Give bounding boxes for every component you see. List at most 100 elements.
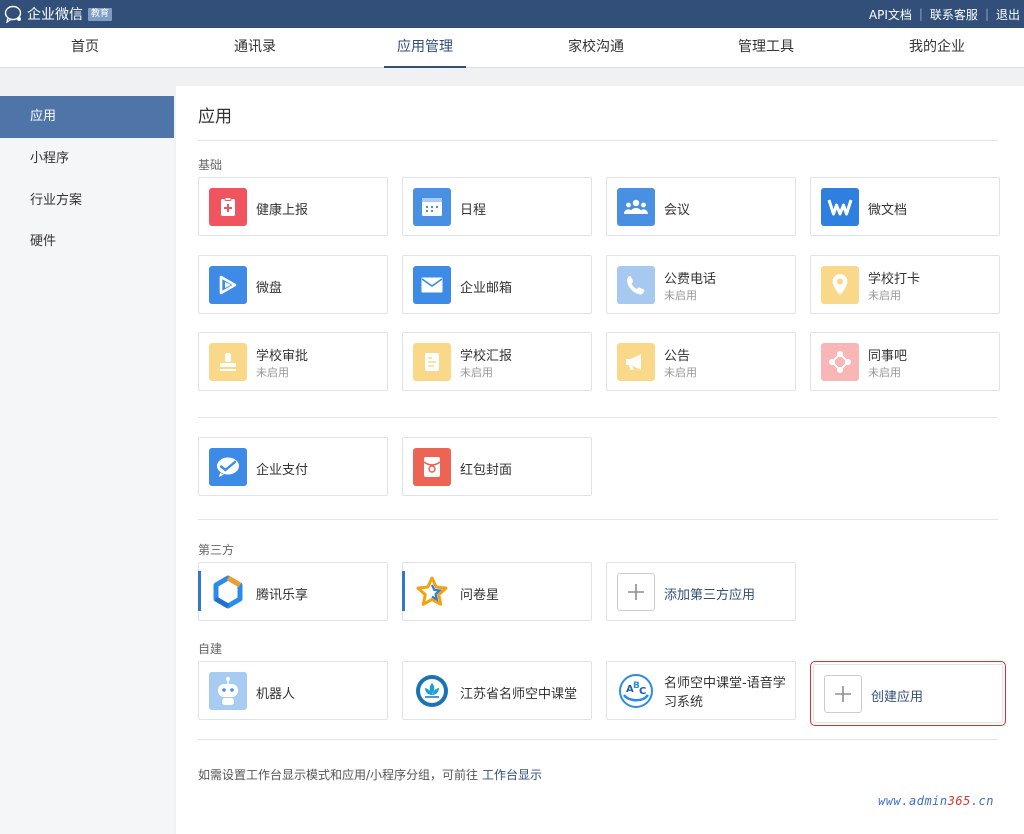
app-name: 企业邮箱 [460, 281, 513, 296]
tab-my-company[interactable]: 我的企业 [896, 28, 978, 67]
star-icon [413, 573, 451, 611]
brand[interactable]: 企业微信 教育 [4, 3, 113, 25]
plus-icon [617, 573, 655, 611]
app-card-voice-learning[interactable]: ABC 名师空中课堂-语音学习系统 [606, 661, 796, 720]
app-card-robot[interactable]: 机器人 [198, 661, 388, 720]
app-card-phone[interactable]: 公费电话 未启用 [606, 255, 796, 314]
app-card-announcement[interactable]: 公告 未启用 [606, 332, 796, 391]
divider [198, 739, 998, 740]
divider [198, 519, 998, 520]
tab-app-management[interactable]: 应用管理 [384, 28, 466, 68]
sidebar-item-hardware[interactable]: 硬件 [0, 221, 174, 263]
footnote-text: 如需设置工作台显示模式和应用/小程序分组，可前往 [198, 768, 479, 782]
tab-contacts[interactable]: 通讯录 [214, 28, 296, 67]
app-name: 添加第三方应用 [664, 588, 756, 603]
workbench-footnote: 如需设置工作台显示模式和应用/小程序分组，可前往 工作台显示 [198, 766, 542, 783]
svg-text:C: C [639, 686, 646, 697]
app-card-document[interactable]: 微文档 [810, 177, 1000, 236]
meeting-icon [617, 188, 655, 226]
payment-icon [209, 448, 247, 486]
app-status: 未启用 [460, 366, 493, 379]
app-card-meeting[interactable]: 会议 [606, 177, 796, 236]
section-custom-label: 自建 [198, 642, 223, 656]
app-status: 未启用 [256, 366, 289, 379]
watermark-suffix: .cn [970, 794, 994, 808]
app-name: 健康上报 [256, 203, 309, 218]
checkin-icon [821, 266, 859, 304]
app-name: 问卷星 [460, 588, 500, 603]
school-logo-icon [413, 672, 451, 710]
app-name: 公费电话 [664, 272, 717, 287]
top-bar: 企业微信 教育 API文档 | 联系客服 | 退出 [0, 0, 1024, 28]
logout-link[interactable]: 退出 [996, 6, 1020, 23]
add-third-party-app-button[interactable]: 添加第三方应用 [606, 562, 796, 621]
app-name: 学校审批 [256, 349, 309, 364]
app-name: 江苏省名师空中课堂 [460, 687, 578, 702]
watermark-number: 365 [947, 794, 971, 808]
plus-icon [824, 675, 862, 713]
app-card-tencent-lexiang[interactable]: 腾讯乐享 [198, 562, 388, 621]
main-panel: 应用 基础 健康上报 日程 会议 微文档 微盘 企业邮箱 公费电话 未启用 学校… [176, 86, 1024, 834]
tab-home-school[interactable]: 家校沟通 [555, 28, 637, 67]
abc-learning-icon: ABC [617, 672, 655, 710]
app-name: 红包封面 [460, 463, 513, 478]
app-status: 未启用 [664, 366, 697, 379]
divider: | [984, 7, 989, 21]
api-docs-link[interactable]: API文档 [869, 6, 912, 23]
red-packet-icon [413, 448, 451, 486]
app-name: 腾讯乐享 [256, 588, 309, 603]
calendar-icon [413, 188, 451, 226]
divider: | [918, 7, 923, 21]
app-card-health-report[interactable]: 健康上报 [198, 177, 388, 236]
robot-icon [209, 672, 247, 710]
tab-admin-tools[interactable]: 管理工具 [725, 28, 807, 67]
watermark-prefix: www.admin [878, 794, 948, 808]
app-card-enterprise-payment[interactable]: 企业支付 [198, 437, 388, 496]
create-app-button[interactable]: 创建应用 [810, 661, 1006, 726]
sidebar-item-apps[interactable]: 应用 [0, 96, 174, 138]
app-card-school-report[interactable]: 学校汇报 未启用 [402, 332, 592, 391]
wecom-logo-icon [4, 5, 22, 23]
section-basic-label: 基础 [198, 158, 223, 172]
watermark: www.admin365.cn [878, 794, 994, 808]
tab-home[interactable]: 首页 [44, 28, 126, 67]
app-name: 微盘 [256, 281, 283, 296]
main-nav: 首页 通讯录 应用管理 家校沟通 管理工具 我的企业 [0, 28, 1024, 68]
colleague-icon [821, 343, 859, 381]
app-card-school-approval[interactable]: 学校审批 未启用 [198, 332, 388, 391]
app-card-red-packet-cover[interactable]: 红包封面 [402, 437, 592, 496]
announcement-icon [617, 343, 655, 381]
app-card-wenjuanxing[interactable]: 问卷星 [402, 562, 592, 621]
app-name: 会议 [664, 203, 691, 218]
tencent-lexiang-icon [209, 573, 247, 611]
phone-icon [617, 266, 655, 304]
app-name: 名师空中课堂-语音学习系统 [664, 676, 786, 710]
report-icon [413, 343, 451, 381]
page-title: 应用 [198, 107, 232, 127]
sidebar-item-industry[interactable]: 行业方案 [0, 180, 174, 222]
app-name: 学校汇报 [460, 349, 513, 364]
app-status: 未启用 [868, 289, 901, 302]
app-card-school-checkin[interactable]: 学校打卡 未启用 [810, 255, 1000, 314]
app-name: 创建应用 [871, 690, 924, 705]
workbench-display-link[interactable]: 工作台显示 [482, 768, 542, 782]
app-card-mail[interactable]: 企业邮箱 [402, 255, 592, 314]
section-third-party-label: 第三方 [198, 543, 235, 557]
contact-support-link[interactable]: 联系客服 [930, 6, 978, 23]
app-name: 机器人 [256, 687, 296, 702]
app-name: 公告 [664, 349, 691, 364]
sidebar-item-mini-programs[interactable]: 小程序 [0, 138, 174, 180]
mail-icon [413, 266, 451, 304]
app-status: 未启用 [868, 366, 901, 379]
sidebar: 应用 小程序 行业方案 硬件 [0, 96, 174, 834]
approval-icon [209, 343, 247, 381]
app-card-drive[interactable]: 微盘 [198, 255, 388, 314]
app-card-colleague-bar[interactable]: 同事吧 未启用 [810, 332, 1000, 391]
brand-name: 企业微信 [27, 7, 83, 23]
app-name: 学校打卡 [868, 272, 921, 287]
app-card-jiangsu-air-classroom[interactable]: 江苏省名师空中课堂 [402, 661, 592, 720]
health-report-icon [209, 188, 247, 226]
app-card-calendar[interactable]: 日程 [402, 177, 592, 236]
app-name: 同事吧 [868, 349, 908, 364]
top-links: API文档 | 联系客服 | 退出 [869, 0, 1020, 28]
